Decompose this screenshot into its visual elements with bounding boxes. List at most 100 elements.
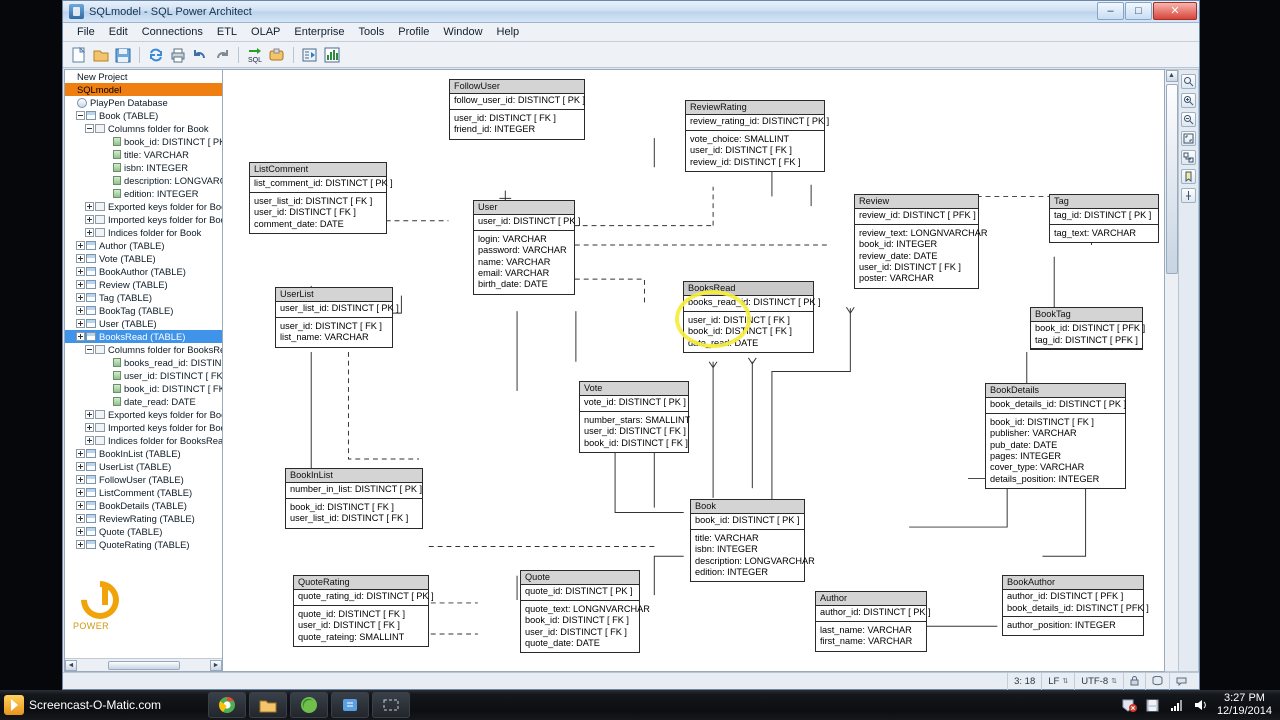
menu-item-enterprise[interactable]: Enterprise [287, 24, 351, 40]
tree-item[interactable]: New Project [65, 70, 222, 83]
new-project-icon[interactable] [69, 45, 89, 65]
tree-item[interactable]: BookTag (TABLE) [65, 304, 222, 317]
tree-expander-plus-icon[interactable] [85, 215, 94, 224]
encoding-selector[interactable]: UTF-8 ⇅ [1074, 672, 1123, 690]
tree-item[interactable]: BookDetails (TABLE) [65, 499, 222, 512]
bookmark-icon[interactable] [1181, 169, 1196, 184]
security-icon[interactable] [1121, 697, 1137, 713]
tree-expander-plus-icon[interactable] [76, 241, 85, 250]
tree-item[interactable]: date_read: DATE [65, 395, 222, 408]
er-table-vote[interactable]: Vote vote_id: DISTINCT [ PK ] number_stars… [579, 381, 690, 454]
tree-item[interactable]: Exported keys folder for Book [65, 200, 222, 213]
tree-item[interactable]: User (TABLE) [65, 317, 222, 330]
profile-chart-icon[interactable] [322, 45, 342, 65]
tree-expander-plus-icon[interactable] [76, 462, 85, 471]
taskbar-app-selection[interactable] [372, 692, 410, 718]
chevron-up-down-icon[interactable]: ⇅ [1062, 677, 1068, 685]
tree-item[interactable]: Book (TABLE) [65, 109, 222, 122]
tree-item[interactable]: ReviewRating (TABLE) [65, 512, 222, 525]
tree-expander-plus-icon[interactable] [76, 280, 85, 289]
canvas-vertical-scrollbar[interactable]: ▲ [1165, 69, 1179, 672]
undo-icon[interactable] [190, 45, 210, 65]
search-icon[interactable] [1181, 74, 1196, 89]
maximize-button[interactable]: □ [1125, 2, 1152, 20]
forward-engineer-icon[interactable] [300, 45, 320, 65]
tree-expander-plus-icon[interactable] [76, 267, 85, 276]
sql-query-icon[interactable]: SQL [245, 45, 265, 65]
chevron-up-down-icon[interactable]: ⇅ [1111, 677, 1117, 685]
menu-item-etl[interactable]: ETL [210, 24, 244, 40]
tree-expander-plus-icon[interactable] [85, 436, 94, 445]
tree-expander-plus-icon[interactable] [76, 254, 85, 263]
taskbar-app-firefox[interactable] [290, 692, 328, 718]
tree-item[interactable]: Indices folder for BooksRead [65, 434, 222, 447]
tree-expander-plus-icon[interactable] [76, 540, 85, 549]
menu-item-tools[interactable]: Tools [352, 24, 392, 40]
tree-expander-plus-icon[interactable] [85, 410, 94, 419]
tree-item[interactable]: Author (TABLE) [65, 239, 222, 252]
tree-item[interactable]: Columns folder for Book [65, 122, 222, 135]
tree-scroll-right-arrow[interactable]: ► [210, 659, 222, 671]
tree-item[interactable]: Imported keys folder for BooksRea [65, 421, 222, 434]
taskbar-app-explorer[interactable] [249, 692, 287, 718]
tree-item[interactable]: SQLmodel [65, 83, 222, 96]
er-table-listcomment[interactable]: ListComment list_comment_id: DISTINCT [ P… [249, 162, 393, 235]
line-ending-selector[interactable]: LF ⇅ [1041, 672, 1074, 690]
tree-expander-plus-icon[interactable] [85, 228, 94, 237]
tree-item[interactable]: Exported keys folder for BooksRea [65, 408, 222, 421]
tree-item[interactable]: BookInList (TABLE) [65, 447, 222, 460]
tree-expander-plus-icon[interactable] [76, 332, 85, 341]
er-table-bookdetails[interactable]: BookDetails book_details_id: DISTINCT [ P… [985, 383, 1126, 490]
er-table-bookinlist[interactable]: BookInList number_in_list: DISTINCT [ PK … [285, 468, 423, 529]
clock[interactable]: 3:27 PM 12/19/2014 [1217, 692, 1272, 718]
tree-item[interactable]: BookAuthor (TABLE) [65, 265, 222, 278]
tree-item[interactable]: description: LONGVARCHA [65, 174, 222, 187]
tree-item[interactable]: book_id: DISTINCT [ PK ] [65, 135, 222, 148]
tree-scroll-thumb[interactable] [108, 660, 180, 670]
er-table-followuser[interactable]: FollowUser follow_user_id: DISTINCT [ PK … [449, 79, 585, 140]
tree-horizontal-scrollbar[interactable]: ◄ ► [65, 658, 222, 671]
tree-expander-plus-icon[interactable] [85, 202, 94, 211]
tree-item[interactable]: Columns folder for BooksRead [65, 343, 222, 356]
er-table-quoterating[interactable]: QuoteRating quote_rating_id: DISTINCT [ P… [293, 575, 434, 648]
taskbar-app-generic[interactable] [331, 692, 369, 718]
tree-expander-minus-icon[interactable] [85, 124, 94, 133]
zoom-out-icon[interactable] [1181, 112, 1196, 127]
tree-scroll-left-arrow[interactable]: ◄ [65, 659, 77, 671]
er-table-user[interactable]: User user_id: DISTINCT [ PK ] login: VARCH… [473, 200, 580, 295]
tree-expander-plus-icon[interactable] [76, 488, 85, 497]
database-icon[interactable] [1145, 672, 1169, 690]
menu-item-file[interactable]: File [70, 24, 102, 40]
tree-expander-plus-icon[interactable] [76, 293, 85, 302]
tree-expander-plus-icon[interactable] [76, 449, 85, 458]
tree-expander-plus-icon[interactable] [76, 475, 85, 484]
refresh-icon[interactable] [146, 45, 166, 65]
tree-item[interactable]: title: VARCHAR [65, 148, 222, 161]
menu-item-edit[interactable]: Edit [102, 24, 135, 40]
menu-item-connections[interactable]: Connections [135, 24, 210, 40]
er-table-quote[interactable]: Quote quote_id: DISTINCT [ PK ] quote_text… [520, 570, 650, 654]
tree-item[interactable]: user_id: DISTINCT [ FK ] [65, 369, 222, 382]
tree-item[interactable]: Tag (TABLE) [65, 291, 222, 304]
tree-item[interactable]: Indices folder for Book [65, 226, 222, 239]
project-tree[interactable]: New Project SQLmodel PlayPen Database Book … [65, 70, 222, 658]
structure-icon[interactable] [1181, 150, 1196, 165]
pin-icon[interactable] [1181, 188, 1196, 203]
er-table-booktag[interactable]: BookTag book_id: DISTINCT [ PFK ] tag_id: … [1030, 307, 1145, 351]
close-button[interactable]: ✕ [1153, 2, 1197, 20]
tree-expander-plus-icon[interactable] [76, 306, 85, 315]
minimize-button[interactable]: – [1097, 2, 1124, 20]
redo-icon[interactable] [212, 45, 232, 65]
tree-item[interactable]: Review (TABLE) [65, 278, 222, 291]
lock-icon[interactable] [1123, 672, 1145, 690]
tree-expander-minus-icon[interactable] [76, 111, 85, 120]
tree-expander-plus-icon[interactable] [76, 319, 85, 328]
fit-to-window-icon[interactable] [1181, 131, 1196, 146]
tree-item[interactable]: ListComment (TABLE) [65, 486, 222, 499]
tree-item[interactable]: edition: INTEGER [65, 187, 222, 200]
menu-item-help[interactable]: Help [490, 24, 527, 40]
zoom-in-icon[interactable] [1181, 93, 1196, 108]
tree-item[interactable]: Quote (TABLE) [65, 525, 222, 538]
compare-dm-icon[interactable] [267, 45, 287, 65]
er-table-bookauthor[interactable]: BookAuthor author_id: DISTINCT [ PFK ] boo… [1002, 575, 1149, 636]
